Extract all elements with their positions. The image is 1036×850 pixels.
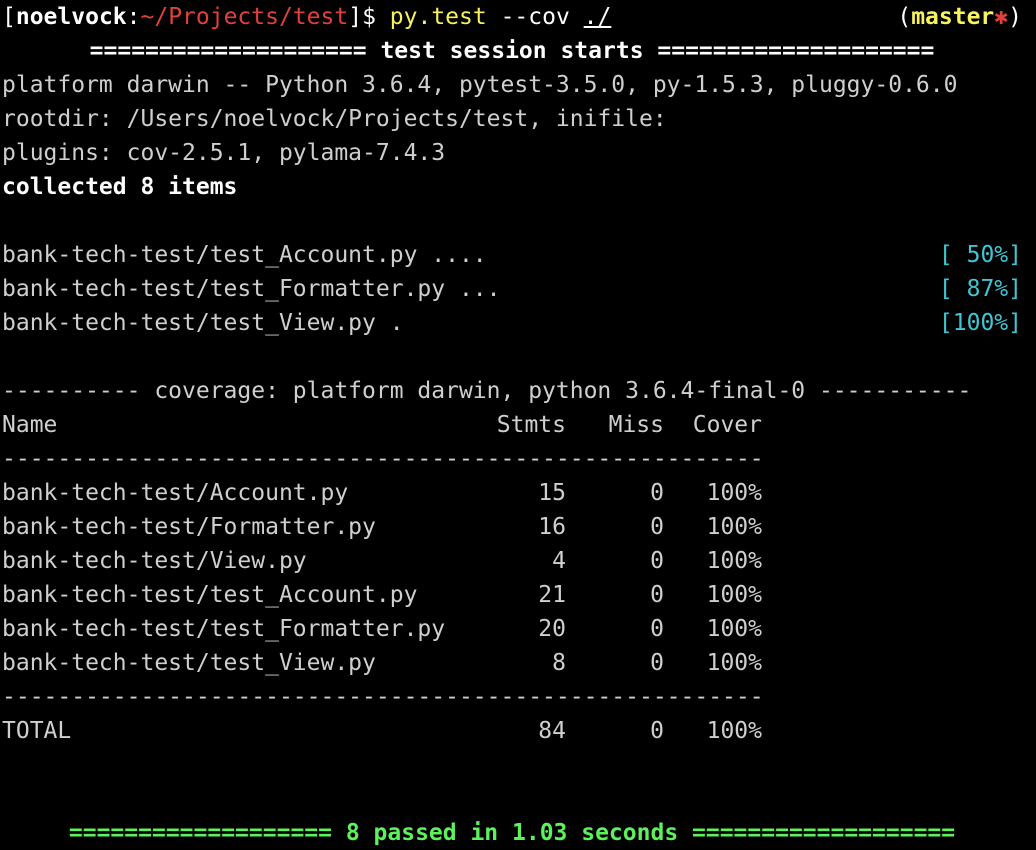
test-progress: [ 87%] — [938, 276, 1022, 302]
rootdir-line: rootdir: /Users/noelvock/Projects/test, … — [2, 106, 667, 132]
prompt-open-bracket: [ — [2, 4, 16, 30]
row-stmts: 15 — [538, 480, 566, 506]
coverage-columns: Name Stmts Miss Cover — [2, 408, 1036, 442]
coverage-total-row: TOTAL 84 0 100% — [2, 714, 1036, 748]
row-name: bank-tech-test/test_Formatter.py — [2, 616, 446, 642]
coverage-row: bank-tech-test/Account.py 15 0 100% — [2, 476, 1036, 510]
command-args: --cov — [486, 4, 584, 30]
column-miss: Miss — [608, 412, 664, 438]
test-file-name: bank-tech-test/test_Account.py .... — [2, 242, 487, 268]
coverage-row: bank-tech-test/test_Account.py 21 0 100% — [2, 578, 1036, 612]
row-miss: 0 — [650, 548, 664, 574]
row-cover: 100% — [706, 514, 762, 540]
column-cover: Cover — [692, 412, 762, 438]
row-stmts: 16 — [538, 514, 566, 540]
test-file-name: bank-tech-test/test_Formatter.py ... — [2, 276, 501, 302]
coverage-row: bank-tech-test/test_View.py 8 0 100% — [2, 646, 1036, 680]
total-miss: 0 — [650, 718, 664, 744]
prompt-path: ~/Projects/test — [140, 4, 349, 30]
summary-line: =================== 8 passed in 1.03 sec… — [68, 820, 956, 846]
prompt-close-bracket: ] — [348, 4, 363, 30]
prompt-dollar: $ — [362, 4, 390, 30]
row-cover: 100% — [706, 480, 762, 506]
row-name: bank-tech-test/test_Account.py — [2, 582, 418, 608]
coverage-row: bank-tech-test/View.py 4 0 100% — [2, 544, 1036, 578]
column-name: Name — [2, 412, 58, 438]
plugins-line: plugins: cov-2.5.1, pylama-7.4.3 — [2, 140, 446, 166]
test-file-line: bank-tech-test/test_View.py . [100%] — [2, 306, 1036, 340]
row-stmts: 20 — [538, 616, 566, 642]
row-name: bank-tech-test/View.py — [2, 548, 307, 574]
row-miss: 0 — [650, 650, 664, 676]
row-name: bank-tech-test/test_View.py — [2, 650, 376, 676]
row-stmts: 4 — [552, 548, 566, 574]
row-name: bank-tech-test/Formatter.py — [2, 514, 376, 540]
session-header: ==================== test session starts… — [89, 38, 935, 64]
row-stmts: 21 — [538, 582, 566, 608]
test-progress: [ 50%] — [938, 242, 1022, 268]
branch-close-paren: ) — [1008, 4, 1022, 30]
row-cover: 100% — [706, 650, 762, 676]
test-file-name: bank-tech-test/test_View.py . — [2, 310, 404, 336]
branch-open-paren: ( — [897, 4, 912, 30]
test-progress: [100%] — [938, 310, 1022, 336]
coverage-separator: ----------------------------------------… — [2, 684, 764, 710]
total-stmts: 84 — [538, 718, 566, 744]
row-miss: 0 — [650, 616, 664, 642]
coverage-separator: ----------------------------------------… — [2, 446, 764, 472]
row-miss: 0 — [650, 582, 664, 608]
row-name: bank-tech-test/Account.py — [2, 480, 349, 506]
total-name: TOTAL — [2, 718, 72, 744]
column-stmts: Stmts — [496, 412, 566, 438]
row-stmts: 8 — [552, 650, 566, 676]
command-target: ./ — [583, 4, 612, 30]
row-miss: 0 — [650, 514, 664, 540]
branch-name: master — [911, 4, 995, 30]
row-cover: 100% — [706, 548, 762, 574]
total-cover: 100% — [706, 718, 762, 744]
row-cover: 100% — [706, 582, 762, 608]
command-name: py.test — [389, 4, 487, 30]
coverage-row: bank-tech-test/test_Formatter.py 20 0 100% — [2, 612, 1036, 646]
test-file-line: bank-tech-test/test_Formatter.py ... [ 87… — [2, 272, 1036, 306]
terminal-window[interactable]: [noelvock:~/Projects/test]$ py.test --co… — [0, 0, 1036, 846]
prompt-user: noelvock — [15, 4, 127, 30]
row-cover: 100% — [706, 616, 762, 642]
prompt-colon: : — [126, 4, 141, 30]
test-file-line: bank-tech-test/test_Account.py .... [ 50%… — [2, 238, 1036, 272]
coverage-header: ---------- coverage: platform darwin, py… — [2, 378, 972, 404]
coverage-row: bank-tech-test/Formatter.py 16 0 100% — [2, 510, 1036, 544]
dirty-mark-icon: ✱ — [994, 4, 1009, 30]
collected-line: collected 8 items — [2, 174, 238, 200]
row-miss: 0 — [650, 480, 664, 506]
prompt-line: [noelvock:~/Projects/test]$ py.test --co… — [2, 0, 1036, 34]
platform-line: platform darwin -- Python 3.6.4, pytest-… — [2, 72, 958, 98]
git-branch-indicator: (master✱) — [897, 0, 1022, 34]
